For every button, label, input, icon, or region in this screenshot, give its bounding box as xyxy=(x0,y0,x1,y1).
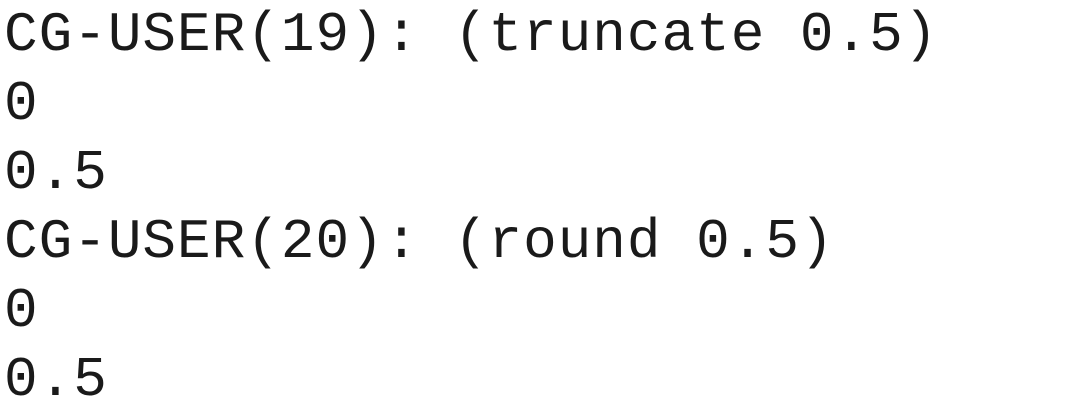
repl-output-line: 0.5 xyxy=(4,348,108,412)
repl-output-line: 0 xyxy=(4,72,39,136)
repl-output-line: 0.5 xyxy=(4,141,108,205)
repl-output-line: 0 xyxy=(4,279,39,343)
repl-prompt-line: CG-USER(20): (round 0.5) xyxy=(4,210,835,274)
repl-transcript: CG-USER(19): (truncate 0.5) 0 0.5 CG-USE… xyxy=(0,1,1070,413)
repl-prompt-line: CG-USER(19): (truncate 0.5) xyxy=(4,3,939,67)
